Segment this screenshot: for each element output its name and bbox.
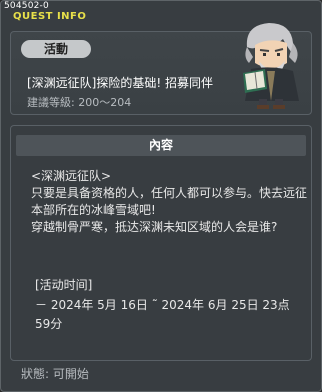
quest-status: 狀態: 可開始 xyxy=(21,367,89,381)
content-panel: 內容 <深渊远征队> 只要是具备资格的人，任何人都可以参与。快去远征本部所在的冰… xyxy=(10,125,312,361)
description-line: 穿越制骨严寒，抵达深渊未知区域的人会是谁? xyxy=(31,220,278,234)
quest-id: 504502-0 xyxy=(4,1,49,11)
quest-description: <深渊远征队> 只要是具备资格的人，任何人都可以参与。快去远征本部所在的冰峰雪域… xyxy=(31,168,307,236)
window-title: QUEST INFO xyxy=(13,11,87,22)
quest-info-window: 504502-0 QUEST INFO 活動 [深渊远征队]探险的基础! 招募同… xyxy=(0,0,322,392)
content-header: 內容 xyxy=(16,135,306,156)
event-time-label: [活动时间] xyxy=(35,278,93,292)
quest-title: [深渊远征队]探险的基础! 招募同伴 xyxy=(27,76,213,90)
event-time-value: － 2024年 5月 16日 ˜ 2024年 6月 25日 23点 59分 xyxy=(35,298,290,331)
npc-portrait xyxy=(243,23,299,109)
level-requirement: 建議等級: 200〜204 xyxy=(27,96,132,109)
category-tag: 活動 xyxy=(21,40,91,58)
description-line: <深渊远征队> xyxy=(31,169,112,183)
description-line: 只要是具备资格的人，任何人都可以参与。快去远征本部所在的冰峰雪域吧! xyxy=(31,186,308,217)
